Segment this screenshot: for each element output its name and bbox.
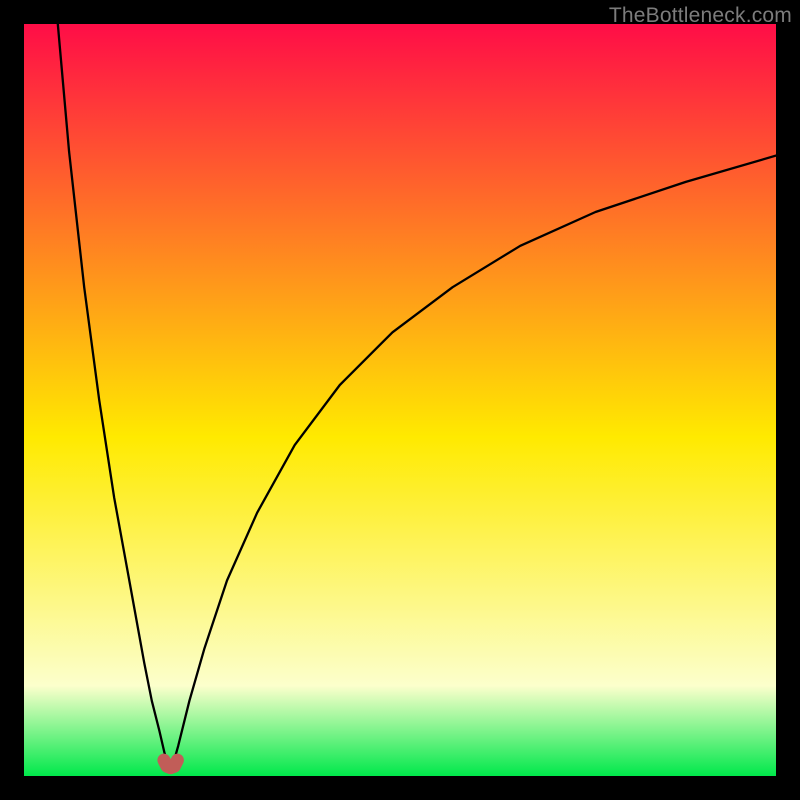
chart-frame: TheBottleneck.com	[0, 0, 800, 800]
watermark-label: TheBottleneck.com	[609, 4, 792, 28]
chart-svg	[24, 24, 776, 776]
chart-plot-area	[24, 24, 776, 776]
gradient-background	[24, 24, 776, 776]
bottom-marker	[164, 760, 178, 768]
